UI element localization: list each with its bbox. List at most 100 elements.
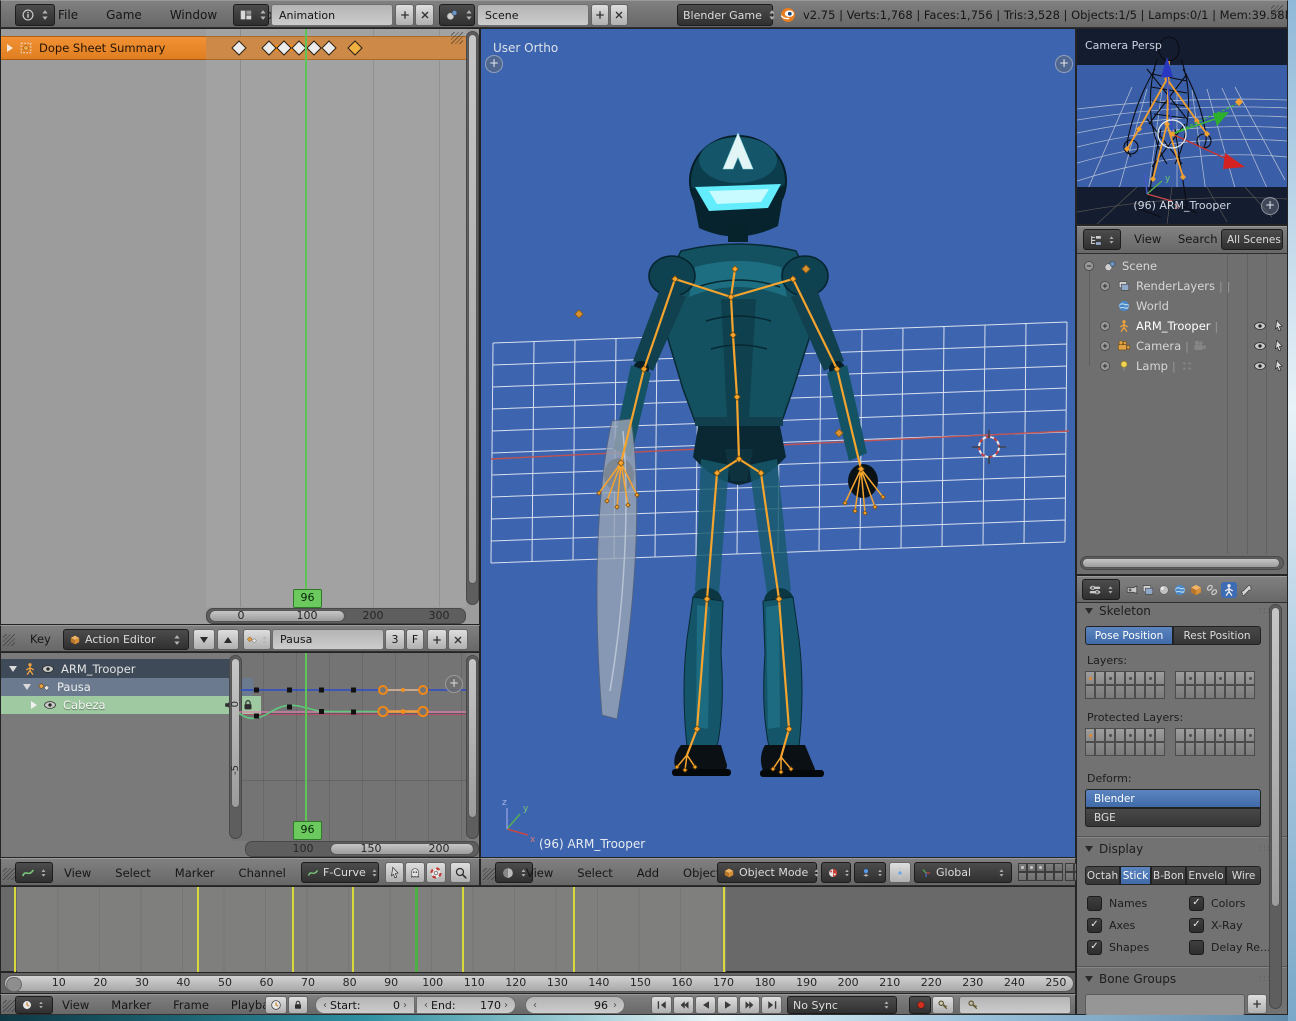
rest-position-button[interactable]: Rest Position [1173, 626, 1261, 645]
outliner-row-scene[interactable]: Scene [1077, 256, 1293, 276]
bone-groups-panel-header[interactable]: Bone Groups:::: [1085, 972, 1275, 986]
next-keyframe-button[interactable] [739, 996, 760, 1014]
tab-constraints-icon[interactable] [1205, 583, 1219, 597]
axes-checkbox-row[interactable]: Axes [1087, 918, 1135, 933]
tab-bone-icon[interactable] [1239, 583, 1253, 597]
outliner-row-armature[interactable]: ARM_Trooper | [1077, 316, 1296, 336]
sync-mode-select[interactable]: No Sync [787, 996, 897, 1014]
move-channel-down-button[interactable] [193, 629, 215, 650]
display-envelope-button[interactable]: Envelo [1186, 866, 1226, 885]
graph-mode-select[interactable]: F-Curve [301, 862, 379, 883]
action-unlink-button[interactable] [448, 629, 468, 650]
pose-position-button[interactable]: Pose Position [1085, 626, 1173, 645]
xray-checkbox-row[interactable]: X-Ray [1189, 918, 1243, 933]
current-frame-field[interactable]: ‹96› [525, 996, 625, 1014]
display-wire-button[interactable]: Wire [1226, 866, 1261, 885]
collapse-icon[interactable] [1083, 260, 1095, 272]
corner-grip[interactable] [451, 32, 463, 44]
outliner-horizontal-scrollbar[interactable] [1080, 556, 1284, 570]
display-stick-button[interactable]: Stick [1120, 866, 1151, 885]
normalize-button[interactable] [426, 862, 446, 883]
axes-checkbox[interactable] [1087, 918, 1102, 933]
layout-add-button[interactable] [395, 4, 414, 26]
eye-icon[interactable] [41, 662, 55, 676]
channel-row-cabeza[interactable]: Cabeza [1, 696, 261, 714]
eye-icon[interactable] [43, 698, 57, 712]
previous-keyframe-button[interactable] [673, 996, 694, 1014]
scene-icon-button[interactable] [439, 4, 475, 26]
menu-view[interactable]: View [59, 863, 96, 883]
dope-vertical-scrollbar[interactable] [466, 31, 479, 605]
scene-add-button[interactable] [591, 4, 609, 26]
menu-add[interactable]: Add [632, 863, 664, 883]
channel-row-armature[interactable]: ARM_Trooper [1, 659, 239, 678]
expand-triangle-icon[interactable] [9, 666, 17, 672]
colors-checkbox[interactable] [1189, 896, 1204, 911]
menu-file[interactable]: File [53, 2, 83, 28]
keying-mode-button[interactable] [932, 996, 954, 1014]
channel-row-action[interactable]: Pausa [1, 678, 253, 696]
camera-view-panel[interactable]: y x Camera Persp (96) ARM_Trooper + [1076, 28, 1288, 225]
properties-shelf-expand-button[interactable]: + [1055, 55, 1073, 73]
editor-mode-select[interactable]: Action Editor [63, 629, 189, 650]
menu-game[interactable]: Game [101, 2, 147, 28]
scrollbar-thumb[interactable] [1271, 607, 1280, 907]
panel-expand-button[interactable]: + [1261, 197, 1279, 215]
protected-layers-block2[interactable] [1175, 728, 1255, 756]
expand-icon[interactable] [1099, 320, 1111, 332]
deform-blender-option[interactable]: Blender [1085, 789, 1261, 808]
action-add-button[interactable] [427, 629, 447, 650]
xray-checkbox[interactable] [1189, 918, 1204, 933]
dope-sheet-keyframe-area[interactable] [206, 29, 466, 607]
keying-set-field[interactable] [959, 996, 1071, 1014]
transform-orientation-select[interactable]: Global [914, 862, 1012, 883]
time-toggle-button[interactable] [265, 996, 287, 1014]
skeleton-panel-header[interactable]: Skeleton:::: [1085, 604, 1275, 618]
armature-layers-block1[interactable] [1085, 671, 1165, 699]
jump-to-end-button[interactable] [761, 996, 782, 1014]
dope-sheet-summary-row[interactable]: Dope Sheet Summary [1, 36, 212, 60]
shapes-checkbox-row[interactable]: Shapes [1087, 940, 1149, 955]
bone-groups-list[interactable] [1085, 994, 1245, 1016]
editor-type-properties-button[interactable] [1082, 579, 1120, 600]
tab-armature-data-active[interactable] [1221, 582, 1237, 598]
end-frame-field[interactable]: ‹End:170› [416, 996, 516, 1014]
eye-icon[interactable] [1253, 359, 1267, 373]
expand-triangle-icon[interactable] [23, 684, 31, 690]
expand-triangle-icon[interactable] [7, 44, 13, 52]
action-browse-button[interactable] [243, 629, 271, 650]
corner-grip[interactable] [483, 868, 495, 880]
expand-icon[interactable] [1099, 340, 1111, 352]
ghost-curves-button[interactable] [405, 862, 425, 883]
jump-to-start-button[interactable] [651, 996, 672, 1014]
action-users-button[interactable]: 3 [385, 629, 405, 650]
right-vertical-scrollbar[interactable] [466, 655, 479, 839]
play-button[interactable] [717, 996, 738, 1014]
screen-layout-icon-button[interactable] [233, 4, 269, 26]
current-frame-badge[interactable]: 96 [293, 589, 322, 608]
action-name-field[interactable]: Pausa [272, 629, 384, 650]
deform-bge-option[interactable]: BGE [1085, 808, 1261, 827]
timeline-band[interactable] [0, 886, 1076, 972]
editor-type-info-button[interactable] [15, 4, 55, 26]
menu-marker[interactable]: Marker [170, 863, 220, 883]
search-button[interactable] [450, 862, 471, 883]
scrollbar-thumb[interactable] [1082, 558, 1280, 568]
display-bbone-button[interactable]: B-Bon [1151, 866, 1186, 885]
manipulator-toggle[interactable] [889, 862, 911, 883]
delay-refresh-checkbox[interactable] [1189, 940, 1204, 955]
lock-range-button[interactable] [288, 996, 308, 1014]
corner-grip[interactable] [3, 634, 15, 646]
layout-delete-button[interactable] [415, 4, 434, 26]
current-frame-line[interactable] [305, 653, 307, 823]
keyframe-diamonds[interactable] [206, 37, 466, 59]
armature-layers-block2[interactable] [1175, 671, 1255, 699]
menu-key[interactable]: Key [25, 629, 56, 649]
interaction-mode-select[interactable]: Object Mode [717, 862, 817, 883]
current-frame-badge[interactable]: 96 [293, 821, 322, 840]
menu-search[interactable]: Search [1173, 229, 1223, 249]
eye-icon[interactable] [1253, 339, 1267, 353]
scrollbar-thumb[interactable] [468, 34, 477, 584]
properties-vertical-scrollbar[interactable] [1269, 604, 1282, 1009]
cursor-tool-button[interactable] [385, 862, 404, 883]
